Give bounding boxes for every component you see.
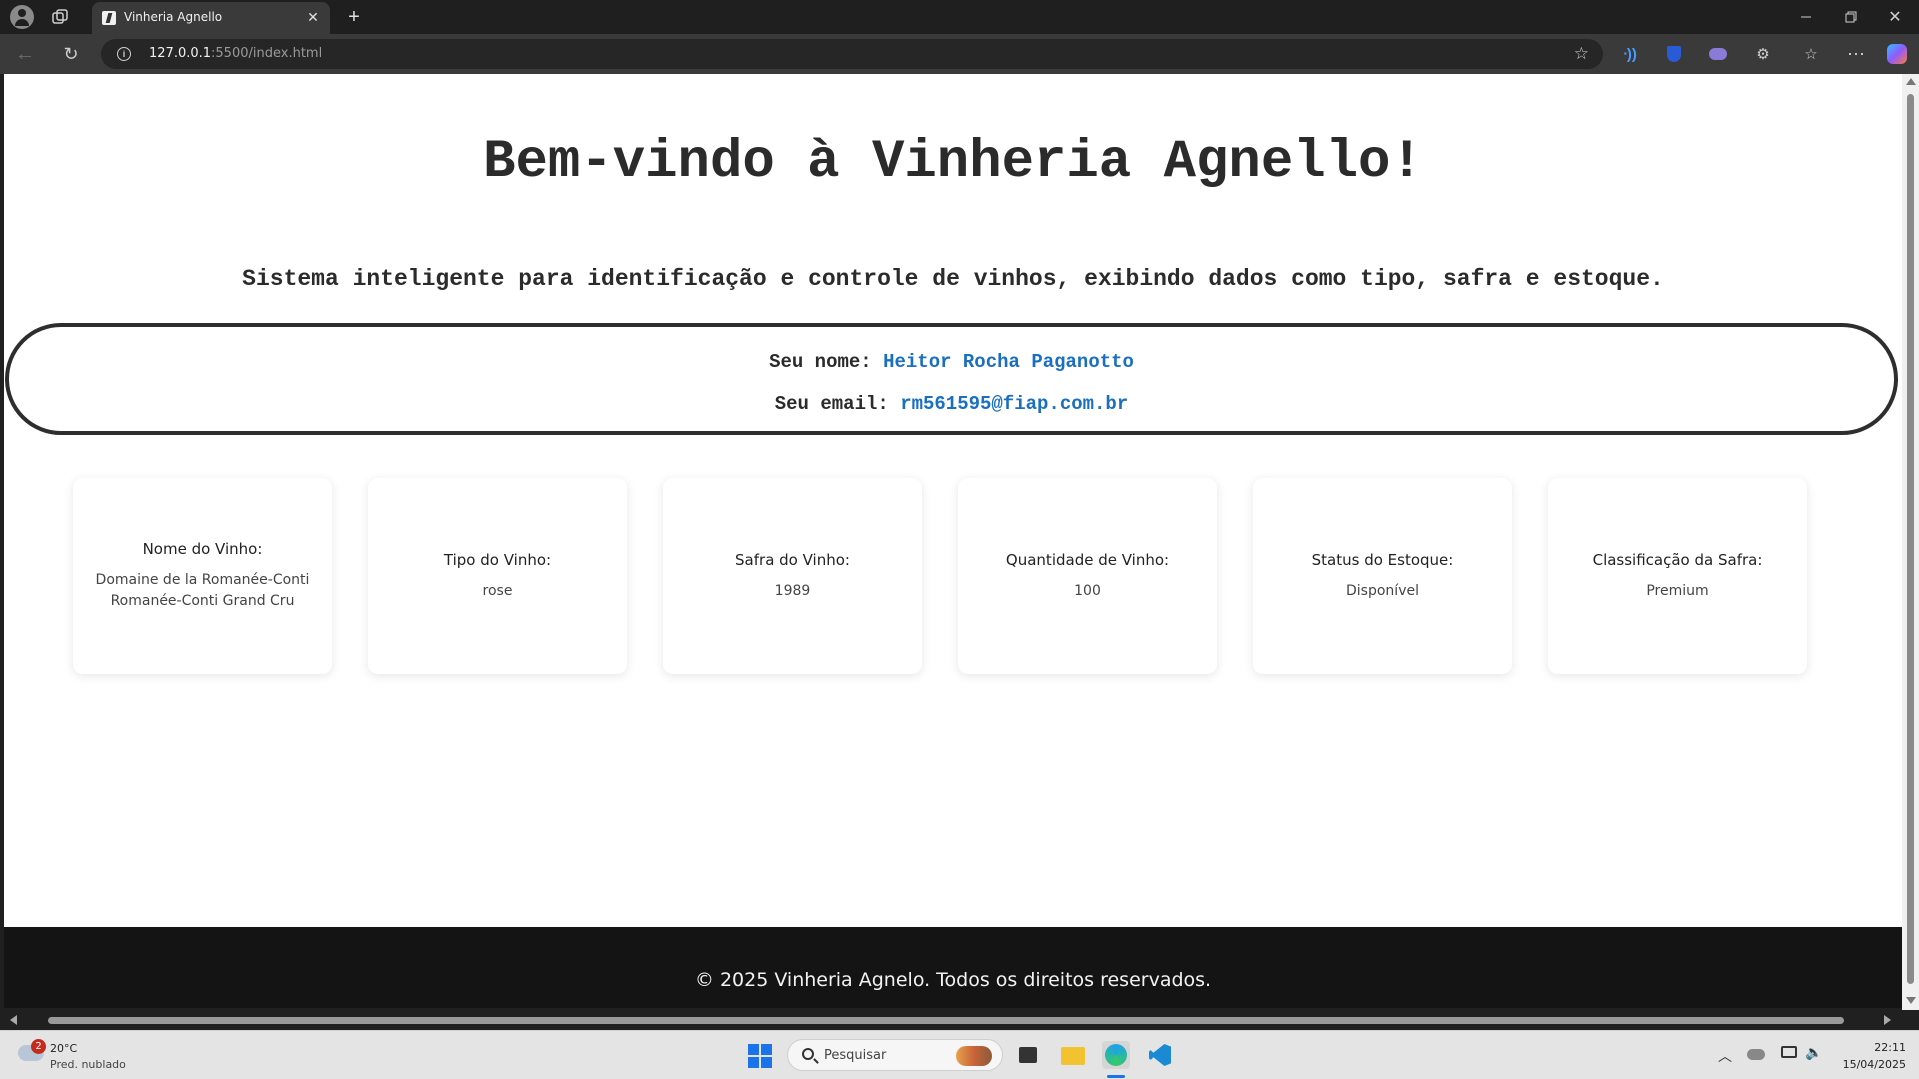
wine-vintage-card: Safra do Vinho: 1989 (663, 478, 922, 674)
scroll-left-arrow-icon[interactable] (10, 1015, 17, 1025)
card-label: Safra do Vinho: (735, 550, 850, 569)
stock-status-card: Status do Estoque: Disponível (1253, 478, 1512, 674)
card-value: rose (482, 582, 513, 599)
page-footer: © 2025 Vinheria Agnelo. Todos os direito… (4, 927, 1902, 1008)
user-email-value: rm561595@fiap.com.br (900, 393, 1129, 415)
active-app-indicator (1107, 1075, 1125, 1078)
card-value: Disponível (1346, 582, 1419, 599)
edge-browser-icon[interactable] (1102, 1041, 1130, 1069)
weather-description[interactable]: Pred. nublado (50, 1058, 126, 1071)
volume-icon[interactable]: 🔈 (1805, 1044, 1822, 1061)
horizontal-scroll-thumb[interactable] (48, 1017, 1844, 1024)
onedrive-icon[interactable] (1747, 1049, 1765, 1060)
footer-copyright: © 2025 Vinheria Agnelo. Todos os direito… (694, 969, 1212, 991)
network-icon[interactable] (1781, 1046, 1797, 1058)
workspaces-icon[interactable] (50, 7, 70, 27)
profile-icon[interactable] (10, 5, 34, 29)
wine-quantity-card: Quantidade de Vinho: 100 (958, 478, 1217, 674)
windows-start-icon[interactable] (748, 1044, 772, 1068)
user-email-label: Seu email: (774, 393, 889, 415)
windows-taskbar: 2 20°C Pred. nublado Pesquisar ︿ 🔈 22:11… (0, 1030, 1919, 1079)
scroll-up-arrow-icon[interactable] (1906, 78, 1916, 85)
scroll-down-arrow-icon[interactable] (1906, 997, 1916, 1004)
weather-temperature[interactable]: 20°C (50, 1042, 77, 1055)
extensions-puzzle-icon[interactable]: ⚙ (1752, 43, 1774, 65)
user-name-label: Seu nome: (769, 351, 872, 373)
browser-toolbar: ← ↻ i 127.0.0.1:5500/index.html ☆ ᐧ)) ⚙ … (0, 34, 1919, 74)
tray-overflow-chevron-icon[interactable]: ︿ (1718, 1046, 1732, 1066)
card-label: Tipo do Vinho: (443, 550, 552, 569)
minimize-icon[interactable] (1795, 6, 1817, 28)
page-viewport: Bem-vindo à Vinheria Agnello! Sistema in… (4, 74, 1902, 1008)
browser-tab-strip: Vinheria Agnello ✕ + ✕ (0, 0, 1919, 34)
favorite-star-icon[interactable]: ☆ (1574, 44, 1589, 64)
user-name-line: Seu nome: Heitor Rocha Paganotto (9, 351, 1894, 373)
close-tab-icon[interactable]: ✕ (304, 8, 322, 26)
close-window-icon[interactable]: ✕ (1884, 6, 1906, 28)
url-text: 127.0.0.1:5500/index.html (149, 46, 322, 61)
url-host: 127.0.0.1 (149, 46, 212, 61)
tab-title: Vinheria Agnello (124, 10, 223, 24)
wine-name-card: Nome do Vinho: Domaine de la Romanée-Con… (73, 478, 332, 674)
gamepad-extension-icon[interactable] (1707, 43, 1729, 65)
search-icon (802, 1048, 814, 1060)
vscode-icon[interactable] (1146, 1041, 1174, 1069)
shield-extension-icon[interactable] (1663, 43, 1685, 65)
restore-icon[interactable] (1840, 6, 1862, 28)
read-aloud-icon[interactable]: ᐧ)) (1619, 43, 1641, 65)
favorites-icon[interactable]: ☆ (1800, 43, 1822, 65)
user-email-line: Seu email: rm561595@fiap.com.br (9, 393, 1894, 415)
vertical-scrollbar[interactable] (1902, 74, 1919, 1010)
clock-date[interactable]: 15/04/2025 (1830, 1058, 1906, 1071)
card-label: Classificação da Safra: (1592, 550, 1763, 569)
card-value: Domaine de la Romanée-Conti Romanée-Cont… (95, 572, 310, 609)
url-path: :5500/index.html (211, 46, 323, 61)
card-label: Quantidade de Vinho: (1005, 550, 1170, 569)
copilot-icon[interactable] (1886, 43, 1908, 65)
page-subtitle: Sistema inteligente para identificação e… (242, 266, 1664, 292)
more-menu-icon[interactable]: ⋯ (1845, 43, 1867, 65)
card-value: 1989 (774, 582, 811, 599)
card-value: 100 (1074, 582, 1101, 599)
card-label: Nome do Vinho: (142, 540, 263, 558)
browser-tab[interactable]: Vinheria Agnello ✕ (92, 2, 330, 34)
vertical-scroll-thumb[interactable] (1907, 94, 1914, 984)
vintage-rating-card: Classificação da Safra: Premium (1548, 478, 1807, 674)
search-placeholder: Pesquisar (824, 1048, 887, 1063)
taskbar-search[interactable]: Pesquisar (787, 1039, 1003, 1071)
reload-icon[interactable]: ↻ (60, 43, 82, 65)
back-arrow-icon[interactable]: ← (14, 43, 36, 65)
file-explorer-icon[interactable] (1059, 1041, 1087, 1069)
user-info-box: Seu nome: Heitor Rocha Paganotto Seu ema… (5, 323, 1898, 435)
new-tab-icon[interactable]: + (343, 6, 365, 28)
task-view-icon[interactable] (1015, 1041, 1043, 1069)
site-info-icon[interactable]: i (117, 47, 131, 61)
scroll-right-arrow-icon[interactable] (1884, 1015, 1891, 1025)
card-value: Premium (1646, 582, 1709, 599)
weather-badge: 2 (31, 1039, 46, 1054)
user-name-value: Heitor Rocha Paganotto (883, 351, 1134, 373)
favicon-icon (102, 11, 116, 25)
horizontal-scrollbar[interactable] (0, 1010, 1902, 1030)
address-bar[interactable]: i 127.0.0.1:5500/index.html ☆ (101, 39, 1603, 69)
wine-type-card: Tipo do Vinho: rose (368, 478, 627, 674)
page-title: Bem-vindo à Vinheria Agnello! (483, 132, 1423, 193)
search-highlight-image (956, 1046, 992, 1066)
clock-time[interactable]: 22:11 (1840, 1041, 1906, 1054)
card-label: Status do Estoque: (1311, 550, 1454, 569)
